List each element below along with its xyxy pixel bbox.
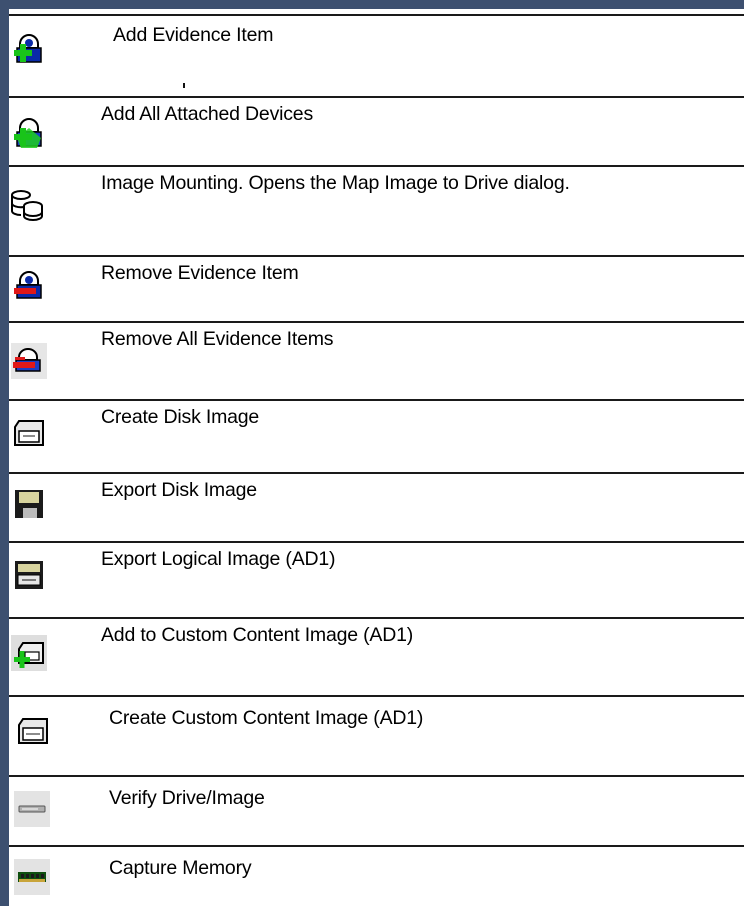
- legend-label: Capture Memory: [109, 857, 252, 879]
- create-custom-content-icon[interactable]: [15, 713, 51, 749]
- legend-row-capture-memory: Capture Memory: [9, 845, 744, 906]
- legend-row-add-all-devices: Add All Attached Devices: [9, 96, 744, 165]
- legend-label: Export Disk Image: [101, 479, 257, 501]
- legend-label: Create Disk Image: [101, 406, 260, 428]
- add-custom-content-icon[interactable]: [11, 635, 47, 671]
- add-evidence-icon[interactable]: [11, 30, 47, 66]
- legend-row-add-evidence: Add Evidence Item: [9, 14, 744, 96]
- legend-row-remove-all-evidence: Remove All Evidence Items: [9, 321, 744, 399]
- capture-memory-icon[interactable]: [14, 859, 50, 895]
- image-mounting-icon[interactable]: [9, 187, 45, 223]
- legend-label: Remove All Evidence Items: [101, 328, 334, 350]
- legend-row-remove-evidence: Remove Evidence Item: [9, 255, 744, 321]
- legend-label: Add to Custom Content Image (AD1): [101, 624, 414, 646]
- divider-tick: [183, 83, 185, 88]
- legend-label: Add Evidence Item: [113, 24, 274, 46]
- legend-row-image-mounting: Image Mounting. Opens the Map Image to D…: [9, 165, 744, 255]
- legend-row-create-custom-content: Create Custom Content Image (AD1): [9, 695, 744, 775]
- export-logical-image-icon[interactable]: [11, 557, 47, 593]
- create-disk-image-icon[interactable]: [11, 415, 47, 451]
- legend-row-create-disk-image: Create Disk Image: [9, 399, 744, 472]
- legend-label: Export Logical Image (AD1): [101, 548, 336, 570]
- legend-row-verify-drive: Verify Drive/Image: [9, 775, 744, 845]
- toolbar-legend: Add Evidence Item Add All Attached Devic…: [9, 9, 744, 906]
- legend-label: Remove Evidence Item: [101, 262, 299, 284]
- legend-label: Create Custom Content Image (AD1): [109, 707, 424, 729]
- legend-row-export-disk-image: Export Disk Image: [9, 472, 744, 541]
- remove-all-evidence-icon[interactable]: [11, 343, 47, 379]
- legend-row-add-custom-content: Add to Custom Content Image (AD1): [9, 617, 744, 695]
- verify-drive-icon[interactable]: [14, 791, 50, 827]
- remove-evidence-icon[interactable]: [11, 267, 47, 303]
- legend-row-export-logical-image: Export Logical Image (AD1): [9, 541, 744, 617]
- legend-label: Image Mounting. Opens the Map Image to D…: [101, 172, 570, 194]
- legend-label: Add All Attached Devices: [101, 103, 313, 125]
- export-disk-image-icon[interactable]: [11, 486, 47, 522]
- add-all-devices-icon[interactable]: [11, 116, 47, 152]
- legend-label: Verify Drive/Image: [109, 787, 265, 809]
